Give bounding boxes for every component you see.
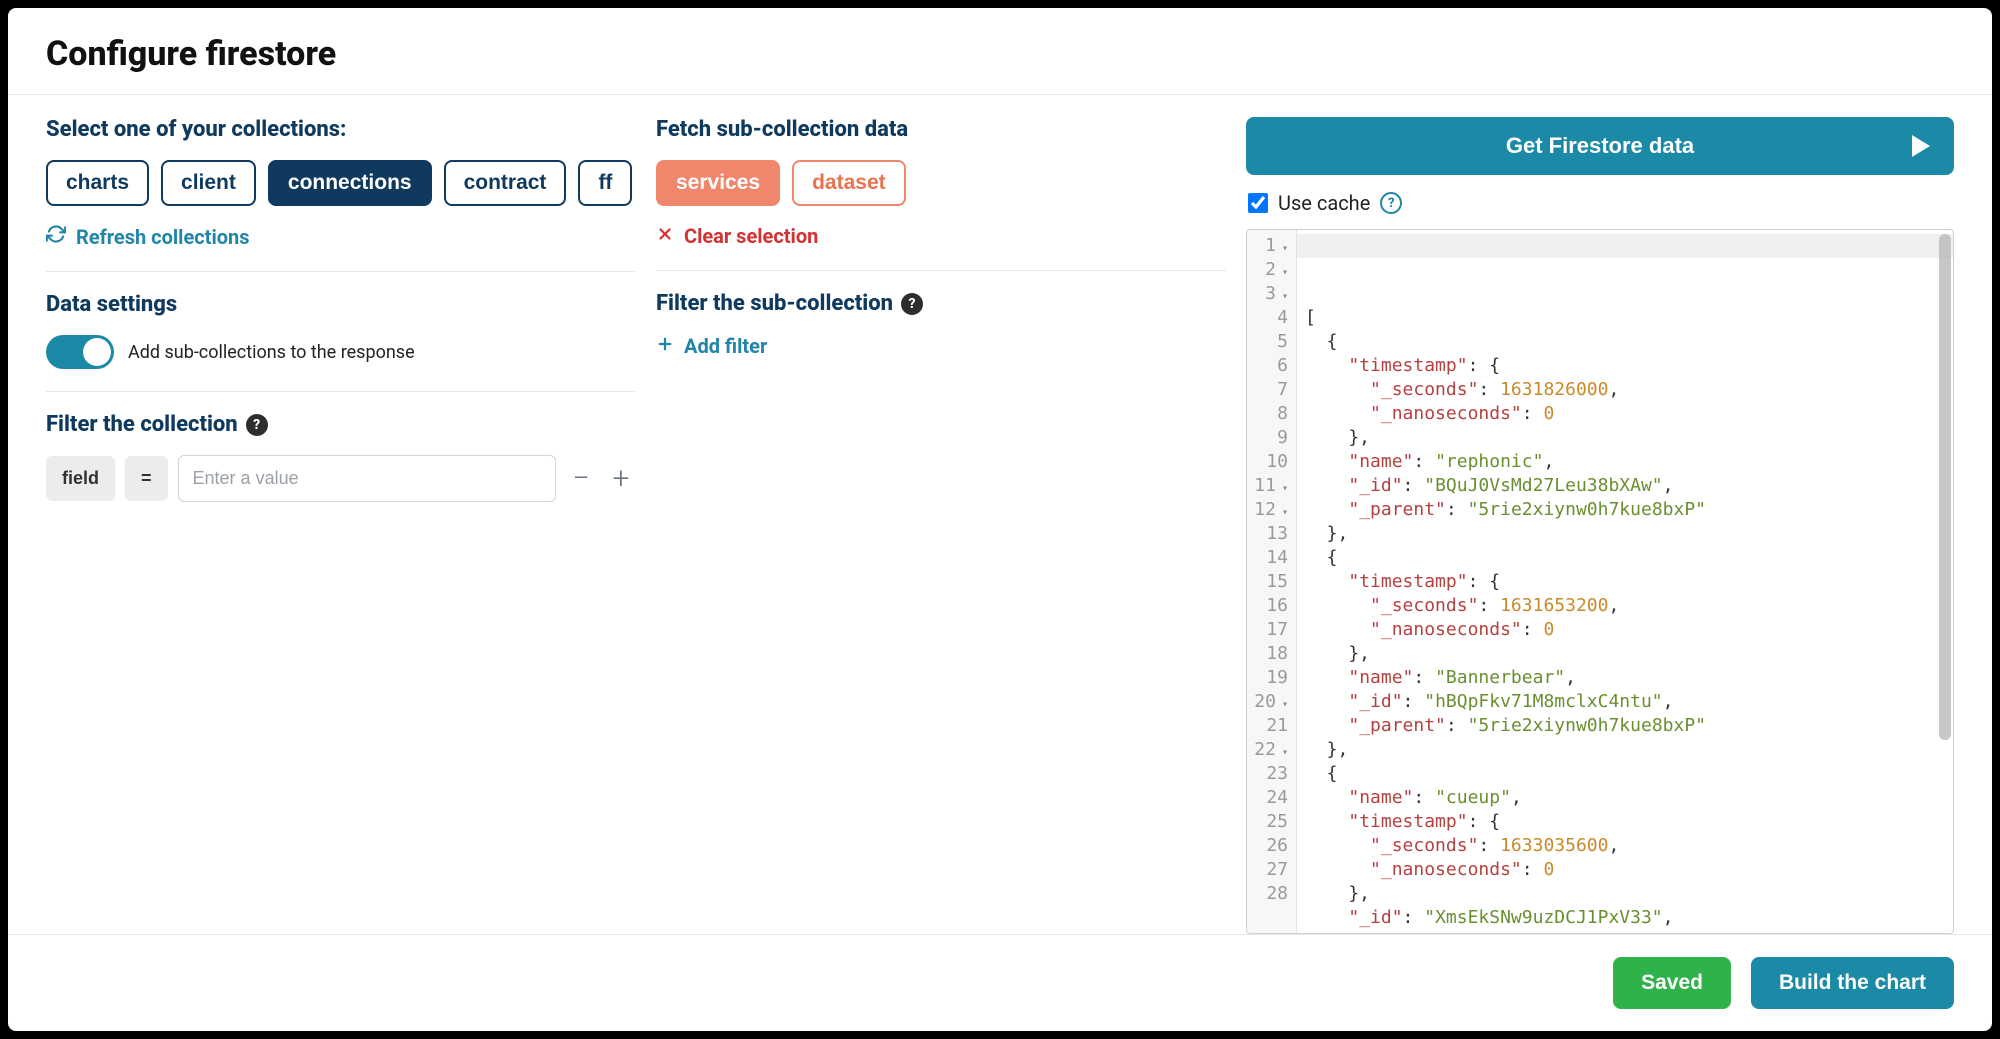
data-settings-heading: Data settings	[46, 292, 636, 317]
collections-list: charts client connections contractff	[46, 160, 636, 206]
use-cache-row[interactable]: Use cache ?	[1248, 191, 1954, 215]
code-gutter: 1234567891011121314151617181920212223242…	[1247, 230, 1297, 933]
refresh-collections-label: Refresh collections	[76, 225, 250, 249]
code-preview: 1234567891011121314151617181920212223242…	[1246, 229, 1954, 934]
fetch-subcollection-heading: Fetch sub-collection data	[656, 117, 1226, 142]
modal-title: Configure firestore	[46, 34, 1954, 74]
code-content[interactable]: [ { "timestamp": { "_seconds": 163182600…	[1297, 230, 1953, 933]
column-data-preview: Get Firestore data Use cache ? 123456789…	[1246, 117, 1954, 934]
use-cache-label: Use cache	[1278, 191, 1370, 215]
subcollection-pill-services[interactable]: services	[656, 160, 780, 206]
filter-operator-button[interactable]: =	[125, 456, 168, 501]
get-firestore-data-button[interactable]: Get Firestore data	[1246, 117, 1954, 175]
refresh-collections-link[interactable]: Refresh collections	[46, 224, 636, 249]
modal-footer: Saved Build the chart	[8, 934, 1992, 1031]
play-icon	[1912, 135, 1930, 157]
select-collection-heading: Select one of your collections:	[46, 117, 636, 142]
filter-value-input[interactable]	[178, 455, 556, 502]
help-icon[interactable]: ?	[246, 414, 268, 436]
subcollections-toggle[interactable]	[46, 335, 114, 369]
add-filter-label: Add filter	[684, 334, 767, 358]
clear-selection-link[interactable]: Clear selection	[656, 224, 1226, 248]
filter-collection-heading: Filter the collection ?	[46, 412, 636, 437]
collection-pill-ff[interactable]: ff	[578, 160, 632, 206]
help-icon[interactable]: ?	[1380, 192, 1402, 214]
collection-pill-connections[interactable]: connections	[268, 160, 432, 206]
add-subcollection-filter-link[interactable]: Add filter	[656, 334, 1226, 358]
filter-subcollection-heading: Filter the sub-collection ?	[656, 291, 1226, 316]
column-collections: Select one of your collections: charts cl…	[46, 117, 636, 934]
close-icon	[656, 224, 674, 248]
collection-pill-contract[interactable]: contract	[444, 160, 567, 206]
divider	[46, 391, 636, 392]
column-subcollections: Fetch sub-collection data services datase…	[656, 117, 1226, 934]
collection-filter-row: field = − +	[46, 455, 636, 502]
configure-firestore-modal: Configure firestore Select one of your c…	[8, 8, 1992, 1031]
saved-button[interactable]: Saved	[1613, 957, 1731, 1009]
subcollections-list: services dataset	[656, 160, 1226, 206]
subcollection-pill-dataset[interactable]: dataset	[792, 160, 906, 206]
filter-field-button[interactable]: field	[46, 456, 115, 501]
subcollections-toggle-row: Add sub-collections to the response	[46, 335, 636, 369]
refresh-icon	[46, 224, 66, 249]
modal-body: Select one of your collections: charts cl…	[8, 95, 1992, 934]
add-filter-icon[interactable]: +	[606, 461, 636, 496]
divider	[656, 270, 1226, 271]
remove-filter-icon[interactable]: −	[566, 461, 596, 496]
use-cache-checkbox[interactable]	[1248, 193, 1268, 213]
modal-header: Configure firestore	[8, 8, 1992, 95]
help-icon[interactable]: ?	[901, 293, 923, 315]
build-chart-button[interactable]: Build the chart	[1751, 957, 1954, 1009]
collection-pill-charts[interactable]: charts	[46, 160, 149, 206]
collection-pill-client[interactable]: client	[161, 160, 256, 206]
plus-icon	[656, 334, 674, 358]
clear-selection-label: Clear selection	[684, 224, 818, 248]
subcollections-toggle-label: Add sub-collections to the response	[128, 342, 415, 363]
divider	[46, 271, 636, 272]
